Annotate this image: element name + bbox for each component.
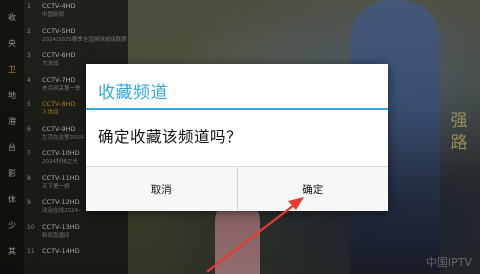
confirm-button[interactable]: 确定 <box>236 167 388 211</box>
dialog-title: 收藏频道 <box>98 83 168 103</box>
favorite-channel-dialog: 收藏频道 确定收藏该频道吗？ 取消 确定 <box>86 64 388 211</box>
dialog-title-divider <box>86 108 388 110</box>
cancel-button[interactable]: 取消 <box>86 167 237 211</box>
dialog-message: 确定收藏该频道吗？ <box>98 128 243 146</box>
dialog-button-bar: 取消 确定 <box>86 166 388 211</box>
